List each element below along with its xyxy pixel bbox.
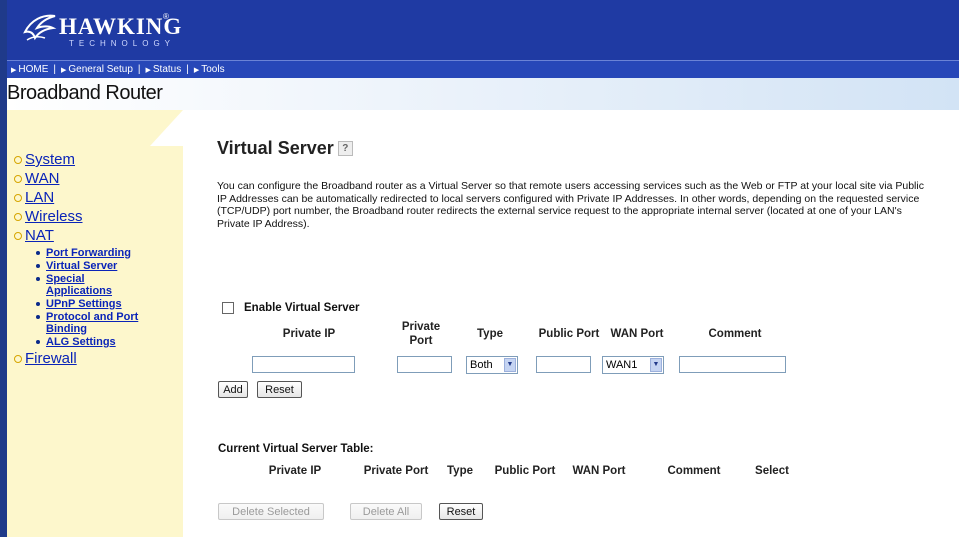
- table-header-private-port: Private Port: [363, 465, 429, 477]
- dot-bullet-icon: [36, 264, 40, 268]
- nav-general-setup-label: General Setup: [68, 64, 133, 75]
- nav-status[interactable]: ▶ Status: [142, 64, 186, 75]
- nav-arrow-icon: ▶: [193, 66, 200, 74]
- nav-home[interactable]: ▶ HOME: [7, 64, 52, 75]
- sidebar-item-nat[interactable]: NAT: [14, 226, 186, 245]
- table-header-comment: Comment: [667, 465, 721, 477]
- submenu-item-label[interactable]: Virtual Server: [46, 260, 117, 272]
- nat-submenu: Port Forwarding Virtual Server Special A…: [36, 247, 186, 348]
- page-title-text: Virtual Server: [217, 138, 334, 158]
- sidebar-corner: [150, 110, 183, 146]
- submenu-item-virtual-server[interactable]: Virtual Server: [36, 260, 186, 272]
- page-description: You can configure the Broadband router a…: [217, 180, 924, 230]
- brand-subtitle: TECHNOLOGY: [69, 39, 176, 48]
- type-select[interactable]: Both ▼: [466, 356, 518, 374]
- sidebar-item-firewall[interactable]: Firewall: [14, 349, 186, 368]
- sidebar-item-system[interactable]: System: [14, 150, 186, 169]
- sidebar-item-label[interactable]: Wireless: [25, 208, 83, 225]
- sidebar-item-label[interactable]: LAN: [25, 189, 54, 206]
- table-header-type: Type: [447, 465, 473, 477]
- submenu-item-upnp-settings[interactable]: UPnP Settings: [36, 298, 186, 310]
- wan-port-select-value: WAN1: [606, 359, 638, 371]
- sidebar-item-label[interactable]: NAT: [25, 227, 54, 244]
- table-reset-button[interactable]: Reset: [439, 503, 483, 520]
- page-title: Virtual Server ?: [217, 138, 353, 159]
- nav-arrow-icon: ▶: [61, 66, 67, 74]
- chevron-down-icon: ▼: [504, 358, 516, 372]
- sidebar-item-label[interactable]: System: [25, 151, 75, 168]
- nav-status-label: Status: [152, 64, 182, 75]
- dot-bullet-icon: [36, 251, 40, 255]
- delete-selected-button[interactable]: Delete Selected: [218, 503, 324, 520]
- comment-input[interactable]: [679, 356, 786, 373]
- col-header-private-port: Private Port: [401, 321, 441, 347]
- sidebar-item-label[interactable]: WAN: [25, 170, 59, 187]
- submenu-item-port-forwarding[interactable]: Port Forwarding: [36, 247, 186, 259]
- nav-arrow-icon: ▶: [145, 66, 151, 74]
- top-nav: ▶ HOME | ▶ General Setup | ▶ Status | ▶ Tool…: [7, 60, 959, 79]
- col-header-public-port: Public Port: [538, 328, 600, 340]
- table-header-select: Select: [755, 465, 789, 477]
- nav-tools-label: Tools: [201, 64, 225, 75]
- table-header-private-ip: Private IP: [268, 465, 322, 477]
- help-icon[interactable]: ?: [337, 141, 353, 156]
- submenu-item-label[interactable]: Port Forwarding: [46, 247, 131, 259]
- circle-bullet-icon: [14, 155, 22, 164]
- dot-bullet-icon: [36, 302, 40, 306]
- enable-virtual-server-checkbox[interactable]: [222, 302, 234, 314]
- left-frame-bar: [0, 0, 7, 537]
- dot-bullet-icon: [36, 340, 40, 344]
- product-title: Broadband Router: [7, 82, 163, 104]
- current-table-title: Current Virtual Server Table:: [218, 443, 374, 455]
- type-select-value: Both: [470, 359, 493, 371]
- submenu-item-protocol-port-binding[interactable]: Protocol and Port Binding: [36, 311, 186, 335]
- nav-home-label: HOME: [18, 64, 49, 75]
- submenu-item-label[interactable]: ALG Settings: [46, 336, 116, 348]
- dot-bullet-icon: [36, 277, 40, 281]
- submenu-item-label[interactable]: Protocol and Port Binding: [46, 311, 174, 335]
- delete-all-button[interactable]: Delete All: [350, 503, 422, 520]
- circle-bullet-icon: [14, 354, 22, 363]
- nav-general-setup[interactable]: ▶ General Setup: [57, 64, 137, 75]
- dot-bullet-icon: [36, 315, 40, 319]
- hawk-logo-icon: [23, 14, 57, 41]
- sidebar-item-lan[interactable]: LAN: [14, 188, 186, 207]
- private-ip-input[interactable]: [252, 356, 355, 373]
- enable-virtual-server-label: Enable Virtual Server: [244, 302, 360, 314]
- nav-tools[interactable]: ▶ Tools: [190, 64, 229, 75]
- submenu-item-special-applications[interactable]: Special Applications: [36, 273, 146, 297]
- nav-arrow-icon: ▶: [11, 66, 17, 74]
- col-header-private-ip: Private IP: [282, 328, 336, 340]
- add-button[interactable]: Add: [218, 381, 248, 398]
- sidebar-menu: System WAN LAN Wireless NAT Port Forward…: [14, 150, 186, 368]
- sidebar-item-wireless[interactable]: Wireless: [14, 207, 186, 226]
- circle-bullet-icon: [14, 231, 22, 240]
- reset-button[interactable]: Reset: [257, 381, 302, 398]
- col-header-type: Type: [477, 328, 503, 340]
- sidebar-item-wan[interactable]: WAN: [14, 169, 186, 188]
- circle-bullet-icon: [14, 193, 22, 202]
- submenu-item-alg-settings[interactable]: ALG Settings: [36, 336, 186, 348]
- brand-reg-mark: ®: [163, 12, 169, 21]
- public-port-input[interactable]: [536, 356, 591, 373]
- col-header-wan-port: WAN Port: [610, 328, 664, 340]
- brand-logo[interactable]: HAWKING ® TECHNOLOGY: [21, 10, 181, 50]
- header-banner: HAWKING ® TECHNOLOGY: [7, 0, 959, 60]
- table-header-public-port: Public Port: [494, 465, 556, 477]
- enable-virtual-server-row: Enable Virtual Server: [222, 302, 359, 314]
- circle-bullet-icon: [14, 212, 22, 221]
- circle-bullet-icon: [14, 174, 22, 183]
- private-port-input[interactable]: [397, 356, 452, 373]
- table-header-wan-port: WAN Port: [572, 465, 626, 477]
- col-header-comment: Comment: [708, 328, 762, 340]
- wan-port-select[interactable]: WAN1 ▼: [602, 356, 664, 374]
- chevron-down-icon: ▼: [650, 358, 662, 372]
- submenu-item-label[interactable]: UPnP Settings: [46, 298, 122, 310]
- submenu-item-label[interactable]: Special Applications: [46, 273, 126, 297]
- sidebar-item-label[interactable]: Firewall: [25, 350, 77, 367]
